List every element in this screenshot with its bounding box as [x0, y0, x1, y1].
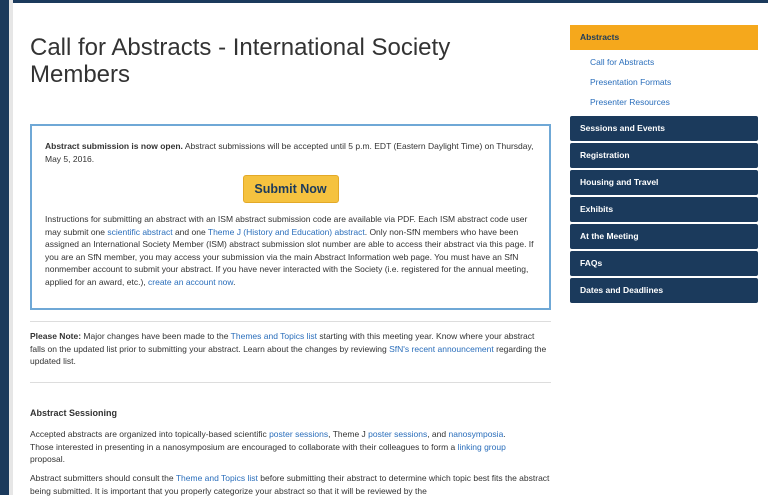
- notice-text-4: .: [233, 276, 236, 287]
- theme-j-poster-sessions-link[interactable]: poster sessions: [368, 429, 427, 439]
- sidebar-subitem-presentation-formats[interactable]: Presentation Formats: [590, 72, 758, 92]
- sidebar-subitem-presenter-resources[interactable]: Presenter Resources: [590, 92, 758, 112]
- divider: [30, 321, 551, 322]
- sidebar-item-abstracts[interactable]: Abstracts: [570, 25, 758, 50]
- left-accent-bar: [0, 0, 9, 495]
- linking-group-link[interactable]: linking group: [458, 442, 506, 452]
- sidebar-nav: Abstracts Call for Abstracts Presentatio…: [570, 25, 758, 305]
- notice-text-2: and one: [172, 226, 208, 237]
- submit-now-button[interactable]: Submit Now: [242, 175, 339, 203]
- sidebar-item-registration[interactable]: Registration: [570, 143, 758, 168]
- submission-notice-box: Abstract submission is now open. Abstrac…: [30, 124, 551, 310]
- divider: [30, 382, 551, 383]
- sessioning-text: Abstract submitters should consult the: [30, 473, 176, 483]
- sidebar-subitem-call-for-abstracts[interactable]: Call for Abstracts: [590, 52, 758, 72]
- notice-instructions: Instructions for submitting an abstract …: [45, 213, 536, 288]
- sessioning-text: Accepted abstracts are organized into to…: [30, 429, 270, 439]
- please-note-bold: Please Note:: [30, 331, 82, 341]
- left-accent-shadow: [9, 0, 13, 495]
- theme-topics-list-link[interactable]: Theme and Topics list: [176, 473, 258, 483]
- sidebar-submenu: Call for Abstracts Presentation Formats …: [570, 50, 758, 116]
- sessioning-heading: Abstract Sessioning: [30, 408, 118, 418]
- sessioning-paragraph-1: Accepted abstracts are organized into to…: [30, 428, 520, 466]
- page-title: Call for Abstracts - International Socie…: [30, 34, 451, 88]
- please-note-paragraph: Please Note: Major changes have been mad…: [30, 330, 551, 368]
- sidebar-item-exhibits[interactable]: Exhibits: [570, 197, 758, 222]
- scientific-abstract-link[interactable]: scientific abstract: [107, 227, 172, 237]
- sessioning-text: , Theme J: [328, 429, 369, 439]
- theme-j-abstract-link[interactable]: Theme J (History and Education) abstract: [208, 227, 365, 237]
- create-account-link[interactable]: create an account now: [148, 277, 233, 287]
- nanosymposia-link[interactable]: nanosymposia: [448, 429, 503, 439]
- notice-lead: Abstract submission is now open. Abstrac…: [45, 140, 536, 165]
- sessioning-paragraph-2: Abstract submitters should consult the T…: [30, 472, 560, 497]
- sidebar-item-at-the-meeting[interactable]: At the Meeting: [570, 224, 758, 249]
- sidebar-item-dates-deadlines[interactable]: Dates and Deadlines: [570, 278, 758, 303]
- recent-announcement-link[interactable]: SfN's recent announcement: [389, 344, 494, 354]
- sidebar-item-faqs[interactable]: FAQs: [570, 251, 758, 276]
- notice-bold-lead: Abstract submission is now open.: [45, 141, 183, 151]
- themes-topics-link[interactable]: Themes and Topics list: [231, 331, 317, 341]
- poster-sessions-link[interactable]: poster sessions: [269, 429, 328, 439]
- sessioning-text: , and: [427, 429, 449, 439]
- sessioning-text: proposal.: [30, 454, 65, 464]
- sidebar-item-sessions-events[interactable]: Sessions and Events: [570, 116, 758, 141]
- sidebar-item-housing-travel[interactable]: Housing and Travel: [570, 170, 758, 195]
- please-note-text-1: Major changes have been made to the: [81, 331, 231, 341]
